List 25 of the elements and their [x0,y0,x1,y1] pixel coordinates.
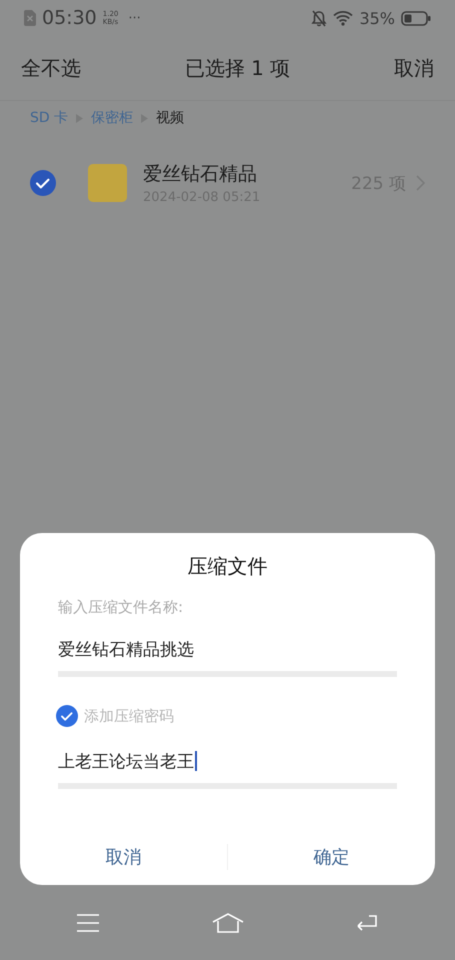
wifi-icon [333,10,354,26]
file-name-field[interactable]: 爱丝钻石精品挑选 [58,629,397,677]
password-field[interactable]: 上老王论坛当老王 [58,741,397,789]
battery-icon [401,10,431,26]
checkbox-label: 添加压缩密码 [84,706,174,726]
sim-card-icon [24,10,36,26]
checkbox[interactable] [56,705,78,727]
clock: 05:30 [42,7,97,29]
cancel-link[interactable]: 取消 [394,54,434,82]
checkbox[interactable] [30,170,56,196]
home-icon[interactable] [212,912,244,932]
battery-percent: 35% [359,8,395,28]
screen-title: 已选择 1 项 [184,54,292,82]
folder-icon [88,164,127,202]
field-label: 输入压缩文件名称: [58,598,184,617]
dialog-title: 压缩文件 [186,553,268,580]
more-indicator: ··· [128,10,141,26]
menu-icon[interactable] [76,914,98,932]
deselect-all-link[interactable]: 全不选 [21,54,81,82]
confirm-button[interactable]: 确定 [228,836,435,878]
muted-bell-icon [311,10,328,26]
breadcrumb-item[interactable]: 视频 [156,109,184,127]
folder-name: 爱丝钻石精品 [143,162,258,187]
back-icon[interactable] [356,914,378,932]
cancel-button[interactable]: 取消 [20,836,227,878]
